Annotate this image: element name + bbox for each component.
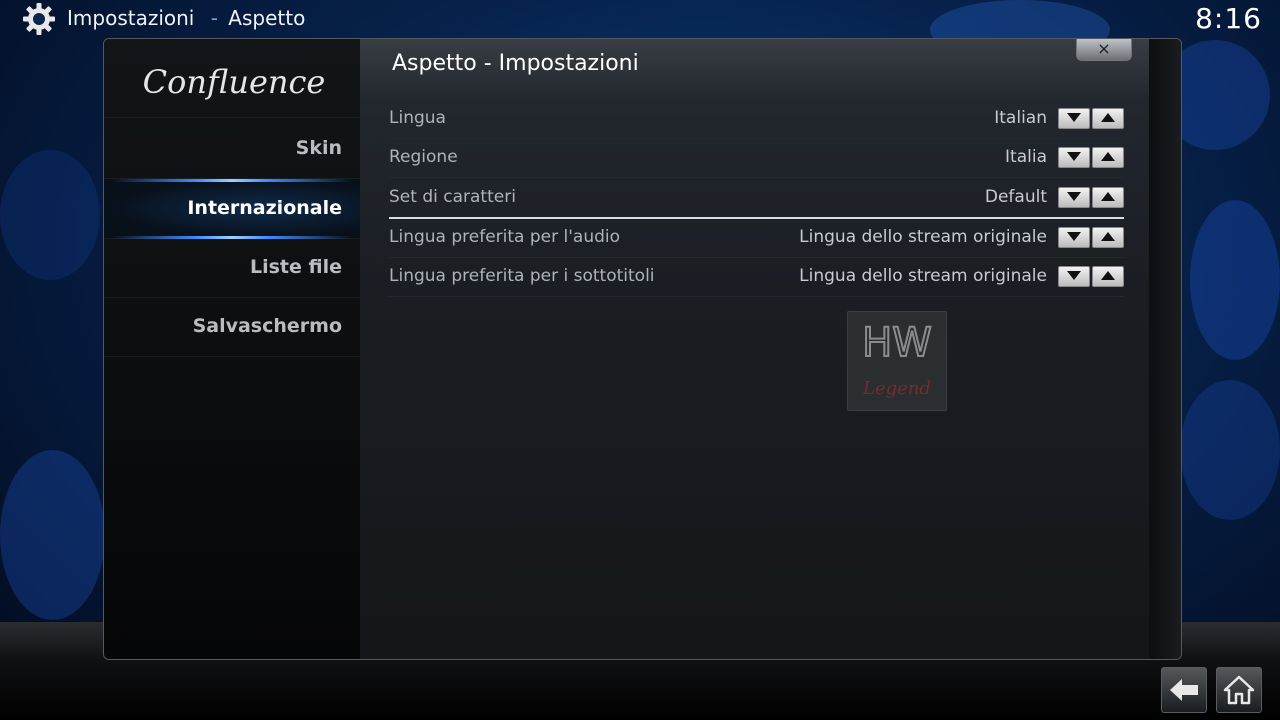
arrow-down-icon (1067, 232, 1081, 241)
spin-down-button[interactable] (1058, 227, 1090, 248)
dialog-right-edge (1149, 39, 1181, 659)
spin-down-button[interactable] (1058, 147, 1090, 168)
setting-value: Lingua dello stream originale (799, 266, 1047, 286)
breadcrumb-separator: - (210, 6, 218, 30)
spin-up-button[interactable] (1092, 108, 1124, 129)
setting-row-set-di-caratteri[interactable]: Set di caratteri Default (389, 178, 1124, 219)
setting-row-lingua-audio[interactable]: Lingua preferita per l'audio Lingua dell… (389, 218, 1124, 258)
arrow-down-icon (1067, 271, 1081, 280)
sidebar-item-internazionale[interactable]: Internazionale (104, 179, 360, 239)
setting-label: Set di caratteri (389, 187, 516, 207)
back-arrow-icon (1170, 679, 1198, 701)
spin-down-button[interactable] (1058, 187, 1090, 208)
setting-label: Lingua preferita per l'audio (389, 227, 621, 247)
spin-up-button[interactable] (1092, 227, 1124, 248)
setting-value: Default (984, 187, 1047, 207)
back-button[interactable] (1161, 667, 1207, 713)
setting-value: Lingua dello stream originale (799, 227, 1047, 247)
arrow-down-icon (1067, 152, 1081, 161)
arrow-up-icon (1101, 152, 1115, 161)
sidebar: Confluence Skin Internazionale Liste fil… (104, 39, 360, 659)
sidebar-item-skin[interactable]: Skin (104, 119, 360, 179)
page-title: Aspetto - Impostazioni (392, 51, 639, 76)
spin-down-button[interactable] (1058, 266, 1090, 287)
bokeh-circle (0, 450, 105, 620)
clock: 8:16 (1195, 2, 1262, 35)
setting-label: Lingua (389, 108, 446, 128)
setting-label: Lingua preferita per i sottotitoli (389, 266, 655, 286)
confluence-logo-text: Confluence (144, 63, 324, 101)
spin-up-button[interactable] (1092, 147, 1124, 168)
watermark-line2: Legend (862, 378, 931, 399)
breadcrumb: Impostazioni - Aspetto (67, 6, 305, 30)
spin-down-button[interactable] (1058, 108, 1090, 129)
arrow-up-icon (1101, 232, 1115, 241)
bokeh-circle (1180, 380, 1280, 520)
setting-value: Italia (1005, 147, 1047, 167)
top-bar: Impostazioni - Aspetto 8:16 (0, 0, 1280, 36)
arrow-down-icon (1067, 192, 1081, 201)
close-button[interactable]: × (1076, 39, 1132, 61)
sidebar-item-label: Liste file (250, 256, 342, 278)
spin-up-button[interactable] (1092, 266, 1124, 287)
settings-dialog: Confluence Skin Internazionale Liste fil… (103, 38, 1182, 660)
sidebar-item-liste-file[interactable]: Liste file (104, 238, 360, 298)
breadcrumb-subsection: Aspetto (228, 6, 306, 30)
arrow-up-icon (1101, 113, 1115, 122)
sidebar-item-label: Internazionale (187, 197, 342, 219)
settings-panel: Aspetto - Impostazioni Lingua Italian Re… (360, 39, 1149, 659)
sidebar-divider (104, 117, 360, 118)
spin-up-button[interactable] (1092, 187, 1124, 208)
confluence-logo: Confluence (144, 63, 324, 101)
sidebar-item-label: Skin (295, 137, 342, 159)
watermark-line1: HW (862, 320, 932, 366)
arrow-up-icon (1101, 192, 1115, 201)
hw-legend-watermark: HW Legend (847, 311, 947, 411)
setting-label: Regione (389, 147, 458, 167)
setting-row-lingua[interactable]: Lingua Italian (389, 99, 1124, 139)
breadcrumb-section: Impostazioni (67, 6, 195, 30)
home-button[interactable] (1216, 667, 1262, 713)
bokeh-circle (0, 150, 100, 280)
sidebar-item-salvaschermo[interactable]: Salvaschermo (104, 297, 360, 357)
home-icon (1223, 675, 1255, 705)
sidebar-item-label: Salvaschermo (192, 315, 342, 337)
arrow-down-icon (1067, 113, 1081, 122)
setting-row-regione[interactable]: Regione Italia (389, 138, 1124, 178)
bokeh-circle (1190, 200, 1280, 360)
setting-value: Italian (994, 108, 1047, 128)
gear-icon (23, 3, 55, 35)
arrow-up-icon (1101, 271, 1115, 280)
setting-row-lingua-sottotitoli[interactable]: Lingua preferita per i sottotitoli Lingu… (389, 257, 1124, 297)
